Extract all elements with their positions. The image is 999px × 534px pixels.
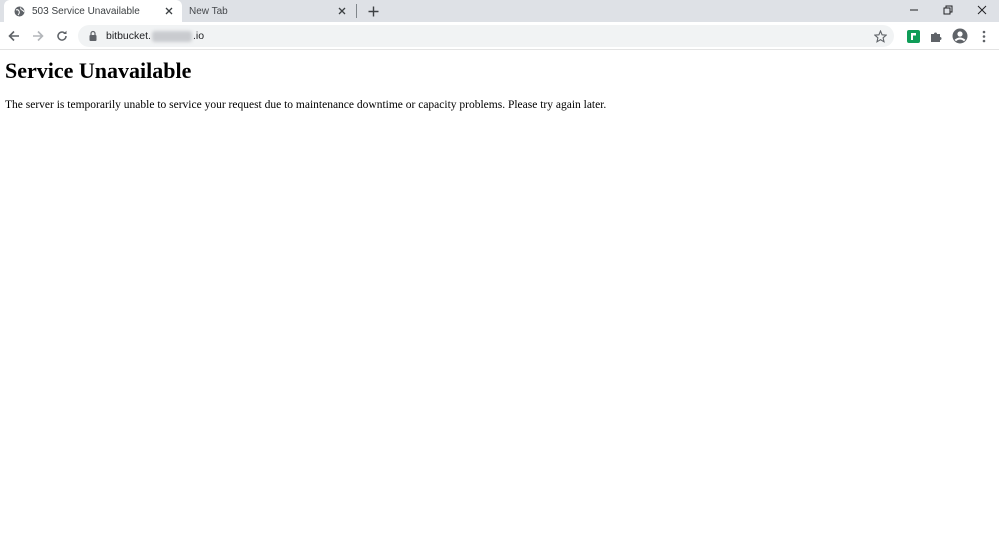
error-message: The server is temporarily unable to serv… [5,99,607,111]
close-tab-icon[interactable] [335,4,349,18]
minimize-button[interactable] [897,0,931,20]
tab-service-unavailable[interactable]: 503 Service Unavailable [4,0,182,22]
back-button[interactable] [4,26,24,46]
tab-strip: 503 Service Unavailable New Tab [0,0,999,22]
restore-button[interactable] [931,0,965,20]
minimize-icon [910,9,918,11]
arrow-left-icon [8,30,19,42]
close-icon [977,5,987,15]
url-suffix: .io [192,30,205,42]
tab-title: New Tab [189,5,228,17]
address-bar[interactable]: bitbucket. .io [78,25,894,47]
tab-new-tab[interactable]: New Tab [183,0,355,22]
plus-icon [368,6,378,16]
page-title: Service Unavailable [5,58,192,83]
restore-icon [943,5,953,15]
browser-toolbar: bitbucket. .io [0,22,999,50]
forward-button[interactable] [28,26,48,46]
bookmark-star-icon[interactable] [872,28,888,44]
redacted-domain [151,30,192,42]
tab-title: 503 Service Unavailable [32,5,140,17]
profile-avatar-icon[interactable] [951,27,969,45]
tab-separator [356,4,357,18]
page-content: Service Unavailable The server is tempor… [0,51,999,534]
lock-icon[interactable] [88,30,98,42]
reload-button[interactable] [52,26,72,46]
extension-green-icon[interactable] [904,27,922,45]
extensions-puzzle-icon[interactable] [927,27,945,45]
close-tab-icon[interactable] [162,4,176,18]
new-tab-button[interactable] [364,2,382,20]
reload-icon [57,30,67,41]
close-window-button[interactable] [965,0,999,20]
globe-icon [14,6,25,17]
url-prefix: bitbucket. [106,30,151,42]
url-text: bitbucket. .io [106,30,204,42]
arrow-right-icon [33,30,44,42]
kebab-menu-icon[interactable] [975,27,993,45]
